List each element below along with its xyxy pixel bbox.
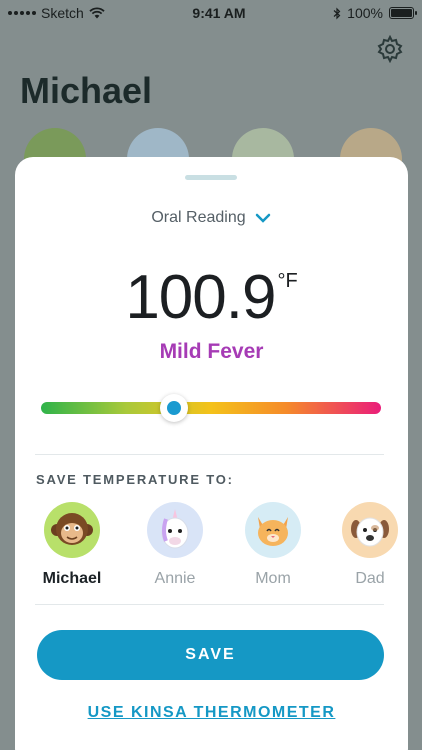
temperature-unit: °F (277, 270, 298, 292)
profile-name: Mom (255, 570, 291, 587)
battery-icon (388, 7, 417, 19)
chevron-down-icon (255, 213, 270, 223)
carrier-label: Sketch (41, 5, 84, 21)
status-left: Sketch (8, 5, 105, 21)
settings-gear-icon[interactable] (376, 35, 404, 63)
reading-type-dropdown[interactable]: Oral Reading (15, 209, 408, 227)
monkey-icon (44, 502, 100, 558)
fever-status: Mild Fever (159, 340, 264, 363)
save-button[interactable]: SAVE (37, 630, 384, 680)
divider (35, 454, 384, 455)
temperature-slider[interactable] (41, 394, 381, 422)
use-kinsa-thermometer-link[interactable]: USE KINSA THERMOMETER (15, 704, 408, 722)
status-bar: Sketch 9:41 AM 100% (0, 0, 422, 26)
unicorn-icon (147, 502, 203, 558)
divider (35, 604, 384, 605)
bluetooth-icon (333, 7, 341, 19)
signal-icon (8, 11, 36, 15)
save-to-label: SAVE TEMPERATURE TO: (36, 472, 234, 487)
slider-knob[interactable] (159, 394, 188, 422)
sheet-grabber[interactable] (185, 175, 237, 180)
profile-name: Annie (154, 570, 196, 587)
temperature-value: 100.9 (125, 263, 276, 332)
profile-michael[interactable]: Michael (32, 502, 112, 588)
wifi-icon (89, 7, 105, 19)
dog-icon (342, 502, 398, 558)
profile-annie[interactable]: Annie (135, 502, 215, 588)
temperature-sheet: Oral Reading 100.9 °F Mild Fever SAVE TE… (15, 157, 408, 750)
status-right: 100% (333, 5, 417, 21)
profile-selector: Michael Annie Mom Dad (15, 502, 408, 594)
battery-label: 100% (347, 5, 383, 21)
clock: 9:41 AM (192, 5, 246, 21)
profile-dad[interactable]: Dad (330, 502, 408, 588)
profile-name: Dad (355, 570, 385, 587)
cat-icon (245, 502, 301, 558)
profile-name: Michael (42, 570, 102, 587)
temperature-display: 100.9 °F (15, 262, 408, 333)
profile-mom[interactable]: Mom (233, 502, 313, 588)
reading-type-label: Oral Reading (151, 209, 246, 226)
background-profile-title: Michael (20, 70, 153, 111)
